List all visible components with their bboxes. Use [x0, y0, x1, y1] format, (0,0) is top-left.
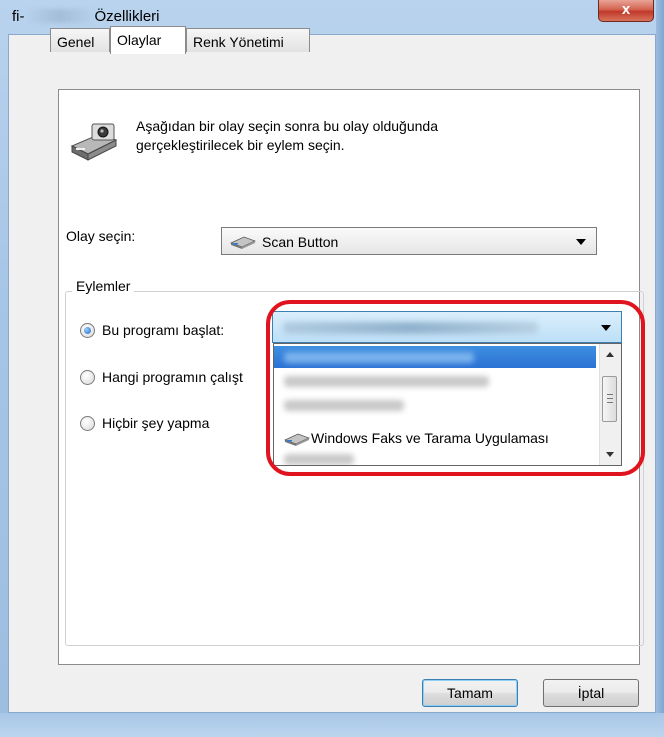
event-selected-value: Scan Button — [262, 234, 339, 250]
list-item-text — [284, 352, 474, 363]
list-item[interactable] — [274, 346, 596, 368]
event-select[interactable]: Scan Button — [221, 227, 597, 255]
list-item[interactable] — [274, 370, 596, 392]
cancel-button[interactable]: İptal — [543, 679, 639, 707]
list-item-text — [284, 376, 489, 387]
radio-prompt-program-label: Hangi programın çalışt — [102, 369, 243, 385]
radio-do-nothing-label: Hiçbir şey yapma — [102, 415, 210, 431]
description-line-2: gerçekleştirilecek bir eylem seçin. — [136, 137, 345, 153]
list-item-text: Windows Faks ve Tarama Uygulaması — [311, 430, 549, 446]
redacted-model — [28, 9, 91, 23]
list-item-text — [284, 400, 404, 411]
grip-line — [607, 394, 613, 395]
radio-button-checked[interactable] — [80, 323, 95, 338]
list-item[interactable] — [274, 448, 596, 465]
list-item-text — [284, 454, 354, 465]
list-scrollbar[interactable] — [599, 344, 621, 465]
radio-button[interactable] — [80, 416, 95, 431]
description-line-1: Aşağıdan bir olay seçin sonra bu olay ol… — [136, 118, 438, 134]
chevron-down-icon — [601, 325, 611, 331]
actions-group-title: Eylemler — [72, 278, 135, 294]
window-bottom-border — [0, 713, 664, 737]
tab-renk-label: Renk Yönetimi — [193, 34, 284, 50]
chevron-down-icon — [576, 239, 586, 245]
window-title: fi- Özellikleri — [12, 8, 160, 25]
scanner-icon — [283, 431, 311, 447]
ok-button[interactable]: Tamam — [422, 679, 518, 707]
scroll-up-icon[interactable] — [606, 352, 614, 357]
title-suffix: Özellikleri — [94, 8, 160, 25]
tab-renk-yonetimi[interactable]: Renk Yönetimi — [186, 28, 310, 52]
scroll-down-icon[interactable] — [606, 452, 614, 457]
grip-line — [607, 402, 613, 403]
scanner-camera-icon — [66, 122, 120, 162]
close-button[interactable]: x — [598, 0, 654, 22]
radio-button[interactable] — [80, 370, 95, 385]
tab-olaylar[interactable]: Olaylar — [110, 26, 186, 54]
window-border — [656, 0, 664, 737]
scanner-icon — [229, 234, 257, 250]
tab-genel[interactable]: Genel — [50, 28, 110, 52]
radio-start-program-label: Bu programı başlat: — [102, 322, 225, 338]
program-dropdown-list[interactable]: Windows Faks ve Tarama Uygulaması — [273, 343, 622, 466]
scroll-thumb[interactable] — [602, 376, 617, 422]
title-prefix: fi- — [12, 8, 25, 25]
tab-olaylar-label: Olaylar — [117, 32, 162, 48]
event-description: Aşağıdan bir olay seçin sonra bu olay ol… — [136, 117, 438, 155]
event-select-label: Olay seçin: — [66, 228, 136, 244]
grip-line — [607, 398, 613, 399]
close-icon: x — [621, 1, 631, 18]
list-item[interactable] — [274, 394, 596, 416]
tab-genel-label: Genel — [57, 34, 95, 50]
program-select[interactable] — [272, 311, 622, 343]
list-item[interactable]: Windows Faks ve Tarama Uygulaması — [274, 428, 596, 450]
program-selected-value — [283, 322, 538, 334]
